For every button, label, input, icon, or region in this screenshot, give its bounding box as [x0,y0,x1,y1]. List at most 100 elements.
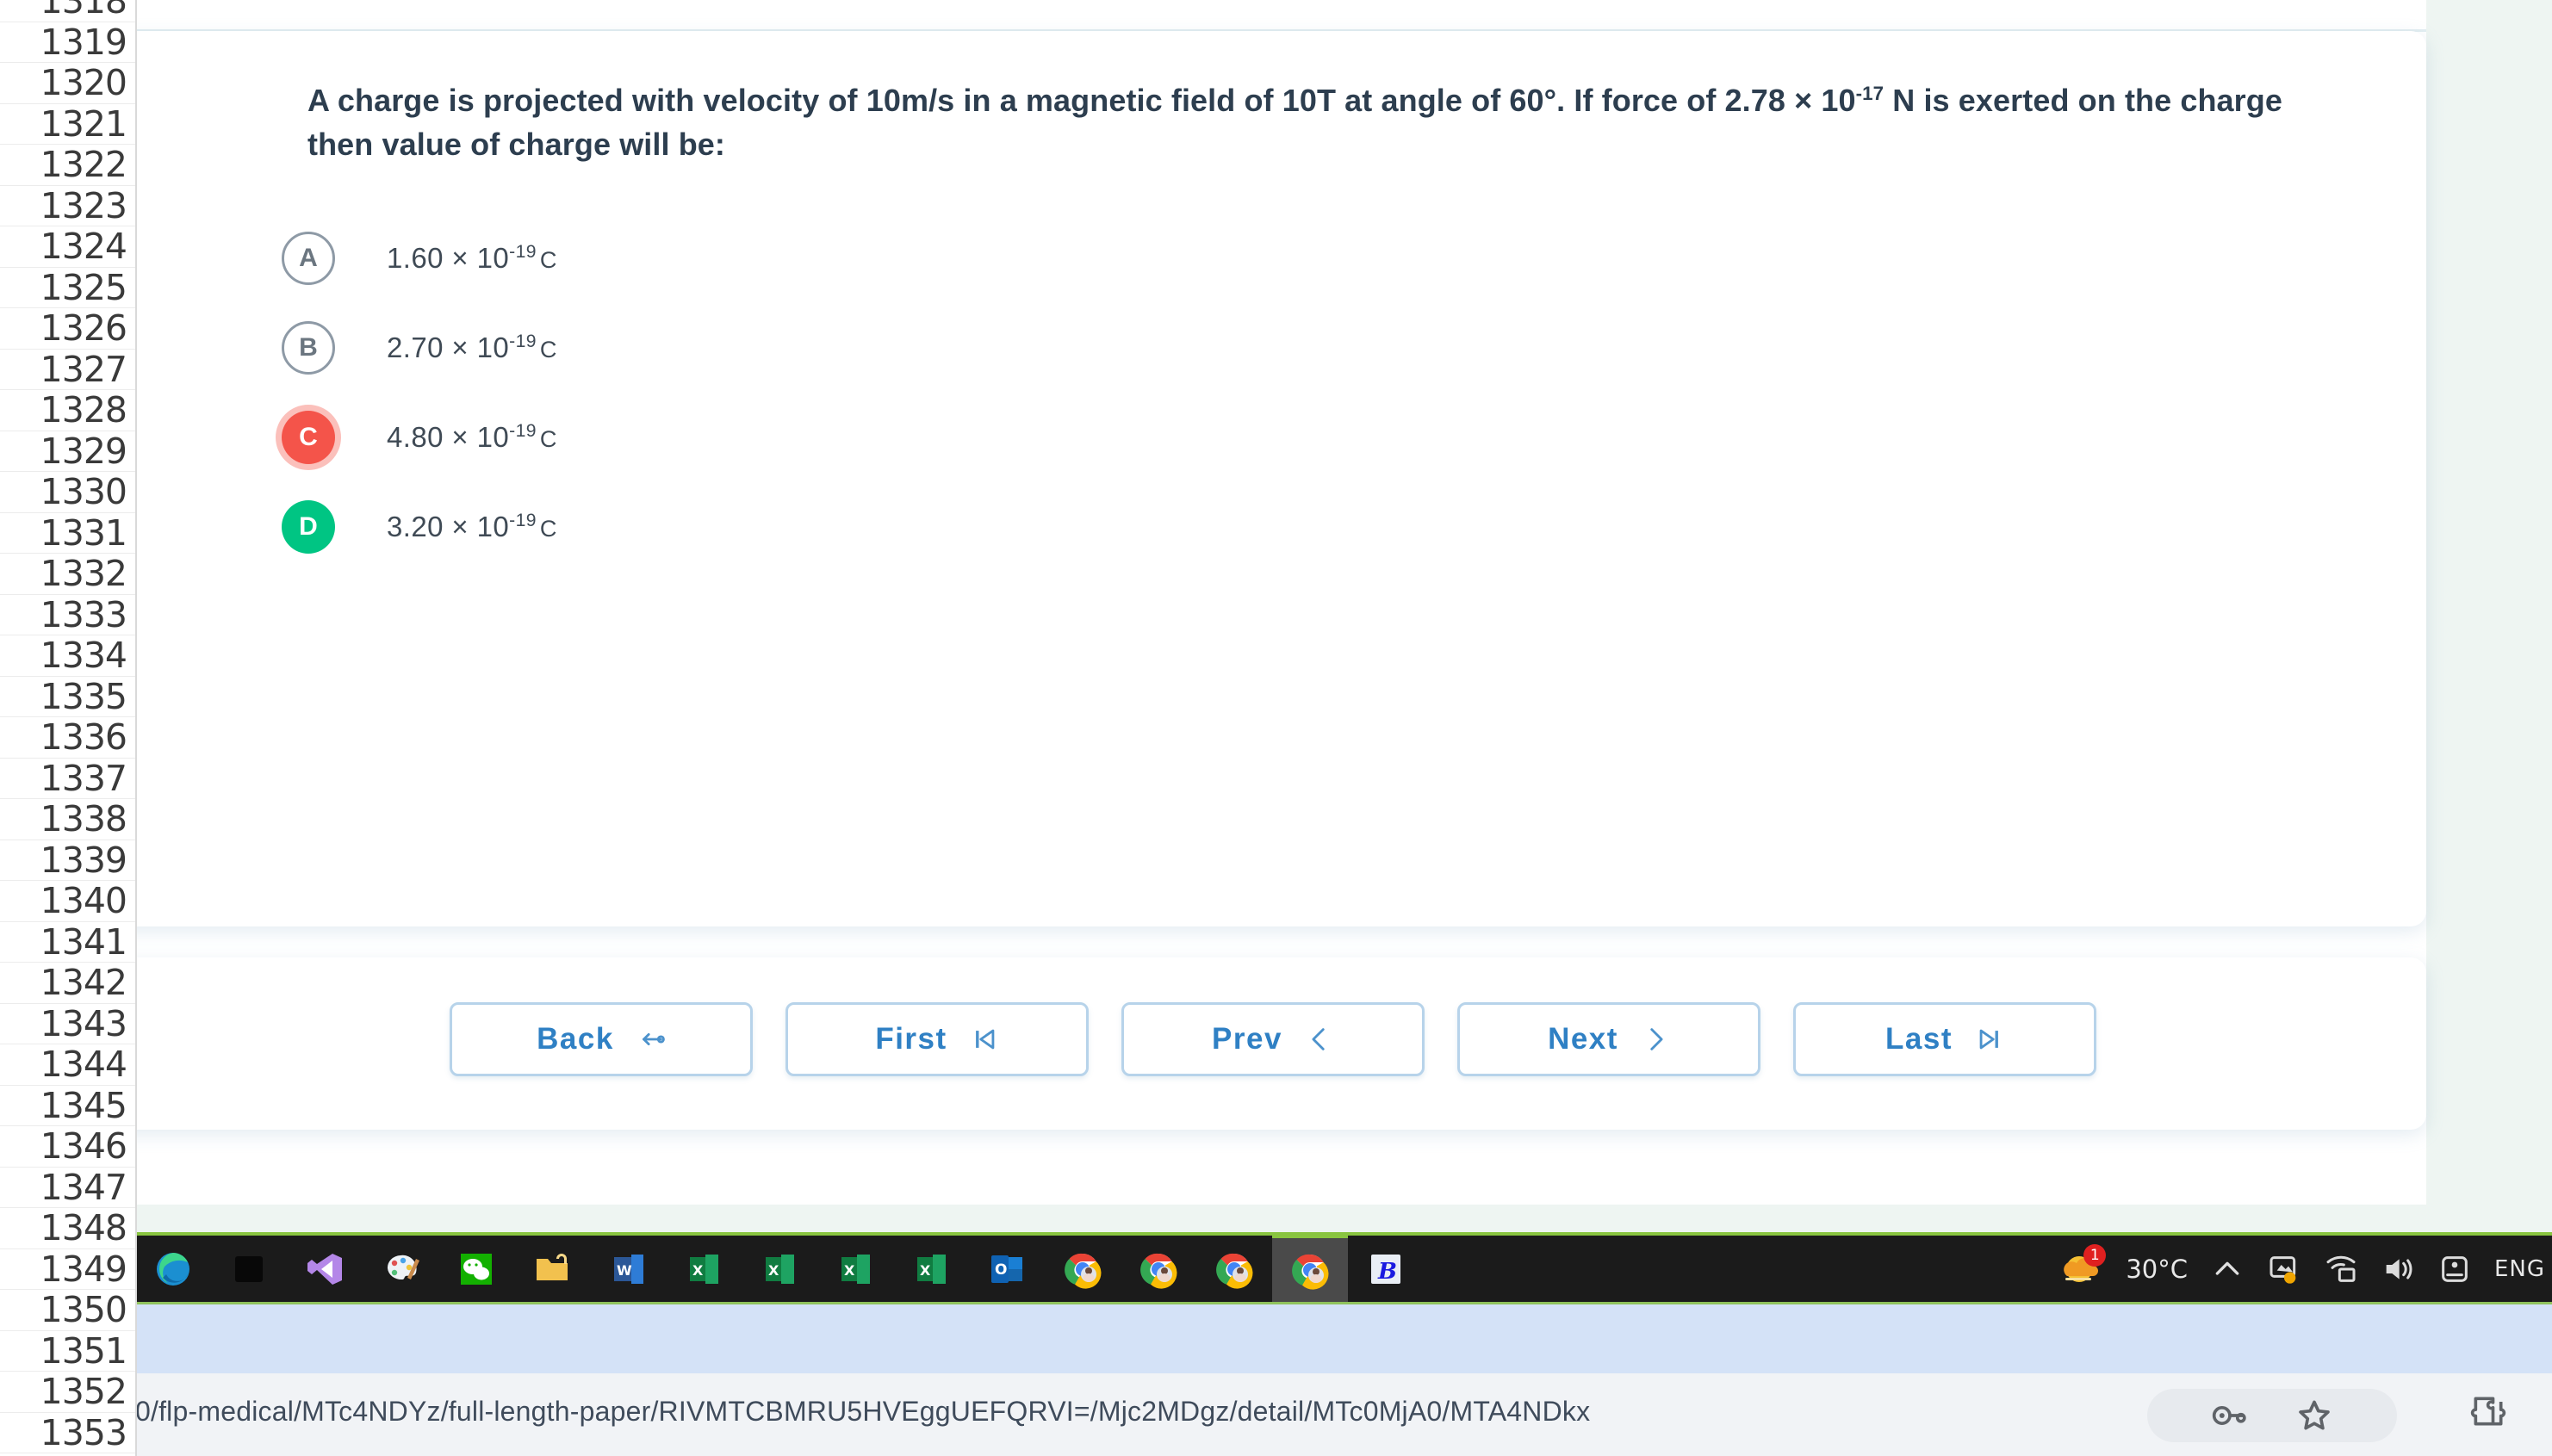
question-exponent: -17 [1855,83,1885,104]
network-icon[interactable] [2324,1252,2358,1286]
navigation-button-group: Back First Prev Next Last [450,1002,2096,1076]
weather-temperature[interactable]: 30°C [2126,1255,2188,1284]
taskbar-item-microsoft-excel[interactable]: X [817,1236,893,1302]
bookmark-star-icon[interactable] [2295,1397,2333,1434]
taskbar-item-google-chrome[interactable] [1121,1236,1196,1302]
next-button[interactable]: Next [1457,1002,1760,1076]
touch-keyboard-icon[interactable] [2437,1252,2472,1286]
taskbar-item-file-explorer[interactable] [514,1236,590,1302]
password-key-icon[interactable] [2211,1397,2249,1434]
taskbar-item-microsoft-edge[interactable] [135,1236,211,1302]
skip-to-last-icon-wrap [1975,1025,2004,1054]
microsoft-excel-icon: X [766,1254,794,1284]
answer-option-c[interactable]: C 4.80 × 10-19 C [282,393,2263,482]
answer-option-a[interactable]: A 1.60 × 10-19 C [282,214,2263,303]
taskbar-item-microsoft-outlook[interactable]: O [969,1236,1045,1302]
google-chrome-icon [1140,1253,1177,1289]
answer-options-list: A 1.60 × 10-19 C B 2.70 × 10-19 C C 4.80 × 10-1… [282,214,2263,572]
taskbar-item-microsoft-excel[interactable]: X [893,1236,969,1302]
taskbar-item-wechat[interactable] [438,1236,514,1302]
taskbar-item-microsoft-excel[interactable]: X [742,1236,817,1302]
option-unit: C [539,516,557,542]
gutter-line-number: 1332 [0,553,135,595]
option-unit: C [539,426,557,452]
gutter-line-number: 1325 [0,267,135,308]
taskbar-item-terminal[interactable] [211,1236,287,1302]
option-unit: C [539,337,557,362]
gutter-line-number: 1333 [0,594,135,635]
last-button[interactable]: Last [1793,1002,2096,1076]
volume-icon[interactable] [2381,1252,2415,1286]
file-explorer-icon [537,1253,568,1280]
option-text-a: 1.60 × 10-19 C [387,242,557,275]
svg-text:B: B [1377,1259,1397,1285]
option-bullet-a[interactable]: A [282,232,335,285]
option-text-c: 4.80 × 10-19 C [387,421,557,454]
chevron-left-icon-wrap [1305,1025,1334,1054]
option-exponent: -19 [509,511,537,530]
chevron-right-icon-wrap [1641,1025,1670,1054]
gutter-line-number: 1345 [0,1085,135,1126]
gutter-line-number: 1326 [0,307,135,350]
option-mantissa: 3.20 × 10 [387,511,510,542]
input-language-indicator[interactable]: ENG [2494,1256,2545,1282]
gutter-line-number: 1321 [0,103,135,145]
gutter-line-number: 1337 [0,758,135,799]
chevron-left-icon [1312,1028,1325,1050]
skip-to-first-icon [975,1029,995,1050]
gutter-line-number: 1350 [0,1289,135,1331]
taskbar-item-google-chrome[interactable] [1272,1236,1348,1302]
option-bullet-b[interactable]: B [282,321,335,375]
gutter-line-number: 1344 [0,1044,135,1086]
first-button[interactable]: First [785,1002,1089,1076]
address-bar-url[interactable]: 0/flp-medical/MTc4NDYz/full-length-paper… [135,1396,1590,1428]
gutter-line-number: 1351 [0,1330,135,1372]
extensions-button[interactable] [2469,1392,2507,1430]
taskbar-item-google-chrome[interactable] [1196,1236,1272,1302]
gutter-line-number: 1322 [0,144,135,186]
back-arrow-icon-wrap [636,1025,666,1054]
taskbar-item-microsoft-excel[interactable]: X [666,1236,742,1302]
taskbar-item-visual-studio[interactable] [287,1236,363,1302]
option-exponent: -19 [509,421,537,441]
option-bullet-c[interactable]: C [282,411,335,464]
taskbar-item-microsoft-word[interactable]: W [590,1236,666,1302]
prev-button[interactable]: Prev [1121,1002,1425,1076]
gutter-line-number: 1347 [0,1167,135,1208]
gutter-line-number: 1346 [0,1125,135,1168]
onedrive-icon[interactable] [2267,1252,2301,1286]
answer-option-b[interactable]: B 2.70 × 10-19 C [282,303,2263,393]
option-text-d: 3.20 × 10-19 C [387,511,557,543]
taskbar-item-bluestacks[interactable]: B [1348,1236,1424,1302]
option-bullet-d[interactable]: D [282,500,335,554]
weather-widget-icon[interactable]: 1 [2058,1243,2107,1292]
svg-text:X: X [844,1262,855,1279]
browser-viewport: A charge is projected with velocity of 1… [135,0,2552,1456]
taskbar-item-paint[interactable] [363,1236,438,1302]
show-hidden-icons-chevron[interactable] [2210,1252,2245,1286]
option-mantissa: 2.70 × 10 [387,331,510,363]
gutter-line-number: 1318 [0,0,135,22]
gutter-line-number: 1348 [0,1207,135,1249]
gutter-line-number: 1343 [0,1003,135,1044]
gutter-line-number: 1335 [0,676,135,717]
option-exponent: -19 [509,242,537,262]
svg-text:X: X [768,1262,779,1279]
gutter-line-number: 1323 [0,185,135,226]
taskbar-item-google-chrome[interactable] [1045,1236,1121,1302]
answer-option-d[interactable]: D 3.20 × 10-19 C [282,482,2263,572]
back-arrow-icon [642,1032,665,1046]
gutter-line-number: 1324 [0,226,135,268]
svg-text:X: X [692,1262,704,1279]
option-unit: C [539,247,557,273]
browser-address-bar: 0/flp-medical/MTc4NDYz/full-length-paper… [135,1373,2552,1456]
button-label: Last [1885,1022,1953,1056]
option-mantissa: 1.60 × 10 [387,242,510,274]
gutter-line-number: 1327 [0,349,135,390]
google-chrome-icon [1065,1253,1102,1289]
gutter-line-number: 1334 [0,635,135,677]
taskbar-app-list: WXXXXOB [135,1236,1424,1302]
gutter-line-number: 1328 [0,389,135,431]
google-chrome-icon [1292,1254,1329,1290]
back-button[interactable]: Back [450,1002,753,1076]
